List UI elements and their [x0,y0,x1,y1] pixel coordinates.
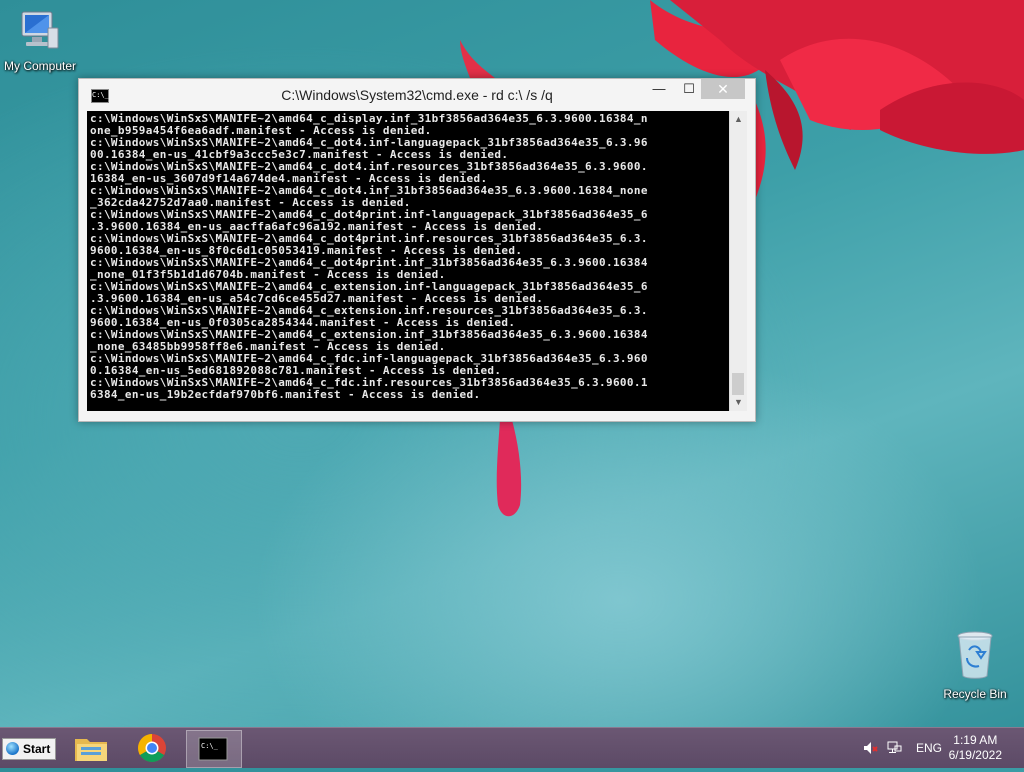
vertical-scrollbar[interactable]: ▲ ▼ [729,111,747,411]
svg-text:C:\_: C:\_ [201,742,219,750]
computer-icon [21,11,59,49]
network-icon[interactable] [886,740,902,756]
desktop-icon-my-computer[interactable]: My Computer [0,10,80,73]
start-orb-icon [6,742,19,755]
console-text: c:\Windows\WinSxS\MANIFE~2\amd64_c_displ… [87,111,729,401]
taskbar-app-cmd[interactable]: C:\_ [186,730,242,768]
taskbar: Start C:\_ ENG 1:19 AM 6/19/2022 [0,727,1024,768]
console-line: 6384_en-us_19b2ecfdaf970bf6.manifest - A… [90,388,481,401]
recycle-bin-icon [957,631,993,679]
close-button[interactable]: ✕ [701,79,745,99]
desktop-icon-recycle-bin[interactable]: Recycle Bin [935,630,1015,701]
clock[interactable]: 1:19 AM 6/19/2022 [949,733,1002,763]
start-label: Start [23,742,51,756]
language-indicator[interactable]: ENG [916,741,942,755]
cmd-window[interactable]: C:\_ C:\Windows\System32\cmd.exe - rd c:… [78,78,756,422]
taskbar-app-file-explorer[interactable] [64,730,118,766]
volume-muted-icon[interactable] [862,740,878,756]
file-explorer-icon [75,739,107,761]
scrollbar-thumb[interactable] [732,373,744,395]
maximize-button[interactable]: ☐ [675,79,703,99]
cmd-icon: C:\_ [198,737,228,761]
desktop-icon-label: Recycle Bin [943,687,1007,701]
chrome-icon [138,734,166,762]
taskbar-app-chrome[interactable] [125,730,179,766]
start-button[interactable]: Start [2,738,56,760]
console-output[interactable]: c:\Windows\WinSxS\MANIFE~2\amd64_c_displ… [87,111,729,411]
window-titlebar[interactable]: C:\_ C:\Windows\System32\cmd.exe - rd c:… [79,79,755,109]
scroll-up-arrow-icon[interactable]: ▲ [730,111,747,128]
desktop-icon-label: My Computer [3,59,77,73]
clock-date: 6/19/2022 [948,748,1002,762]
minimize-button[interactable]: — [645,79,673,99]
clock-time: 1:19 AM [953,733,998,747]
scroll-down-arrow-icon[interactable]: ▼ [730,394,747,411]
